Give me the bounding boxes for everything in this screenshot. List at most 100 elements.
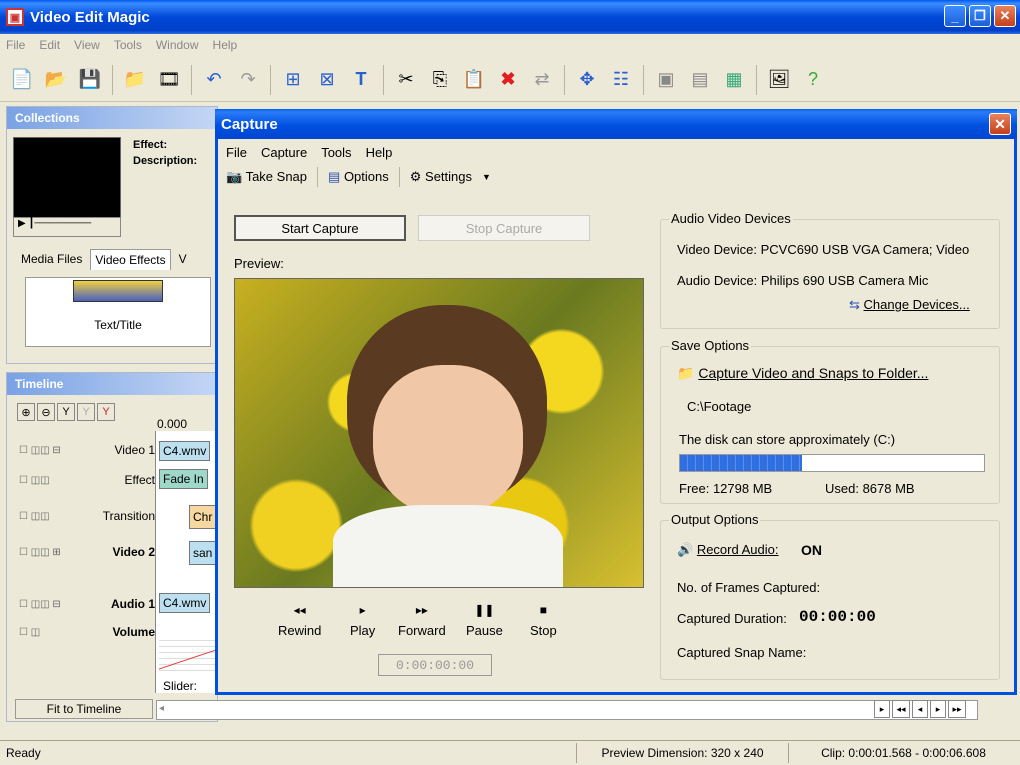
description-label: Description: (133, 155, 198, 167)
effects-list: Text/Title (25, 277, 211, 347)
minimize-button[interactable]: _ (944, 5, 966, 27)
go-end-icon[interactable]: ▸▸ (948, 700, 966, 718)
open-icon[interactable]: 📂 (42, 66, 70, 94)
clip-video-2[interactable]: san (189, 541, 217, 565)
stop-capture-button[interactable]: Stop Capture (418, 215, 590, 241)
track-video-1[interactable]: ☐ ◫◫ ⊟ Video 1 (19, 435, 155, 465)
start-capture-button[interactable]: Start Capture (234, 215, 406, 241)
step-forward-icon[interactable]: ▸ (930, 700, 946, 718)
capture-dialog: Capture ✕ File Capture Tools Help 📷 Take… (215, 109, 1017, 695)
settings-button[interactable]: ⚙ Settings (410, 169, 472, 185)
zoom-out-icon[interactable]: ⊖ (37, 403, 55, 421)
frames-captured-label: No. of Frames Captured: (677, 580, 821, 595)
capture-menubar: File Capture Tools Help (218, 139, 1014, 163)
change-devices-link[interactable]: ⇆ Change Devices... (849, 297, 970, 313)
av-devices-group: Audio Video Devices Video Device: PCVC69… (660, 211, 1000, 329)
disk-free: Free: 12798 MB (679, 481, 773, 496)
output-options-group: Output Options 🔊 Record Audio: ON No. of… (660, 512, 1000, 680)
clip-video-1[interactable]: C4.wmv (159, 441, 211, 461)
tab-video-effects[interactable]: Video Effects (90, 249, 171, 270)
settings-dropdown-icon[interactable]: ▼ (482, 172, 491, 182)
add-transition-icon[interactable]: ⊠ (313, 66, 341, 94)
record-audio-link[interactable]: 🔊 Record Audio: (677, 542, 778, 558)
add-media-icon[interactable]: 📁 (121, 66, 149, 94)
text-title-thumbnail[interactable] (73, 280, 163, 302)
save-icon[interactable]: 💾 (76, 66, 104, 94)
captured-duration-label: Captured Duration: (677, 611, 787, 626)
volume-envelope[interactable] (159, 635, 219, 671)
menu-edit[interactable]: Edit (39, 38, 60, 52)
marker-icon[interactable]: Y (97, 403, 115, 421)
help-icon[interactable]: ? (799, 66, 827, 94)
cut-icon[interactable]: ✂ (392, 66, 420, 94)
options-button[interactable]: ▤ Options (328, 169, 389, 185)
capture-menu-tools[interactable]: Tools (321, 145, 351, 163)
menu-file[interactable]: File (6, 38, 25, 52)
timeline-scrollbar[interactable]: ◂ (156, 700, 978, 720)
add-effect-icon[interactable]: ⊞ (279, 66, 307, 94)
track-lock-icon[interactable]: Y (77, 403, 95, 421)
capture-menu-capture[interactable]: Capture (261, 145, 307, 163)
track-name: Video 2 (112, 545, 155, 559)
copy-icon[interactable]: ⎘ (426, 66, 454, 94)
capture-icon[interactable]: ▦ (720, 66, 748, 94)
capture-titlebar: Capture ✕ (215, 109, 1017, 139)
paste-icon[interactable]: 📋 (460, 66, 488, 94)
forward-button[interactable]: ▸▸ Forward (398, 603, 446, 638)
zoom-in-icon[interactable]: ⊕ (17, 403, 35, 421)
step-back-icon[interactable]: ◂ (912, 700, 928, 718)
menu-window[interactable]: Window (156, 38, 199, 52)
track-audio-1[interactable]: ☐ ◫◫ ⊟ Audio 1 (19, 589, 155, 619)
app-title: Video Edit Magic (30, 8, 150, 26)
split-icon[interactable]: ⇄ (528, 66, 556, 94)
menu-tools[interactable]: Tools (114, 38, 142, 52)
effect-label: Effect: (133, 139, 168, 151)
new-icon[interactable]: 📄 (8, 66, 36, 94)
go-start-icon[interactable]: ◂◂ (892, 700, 910, 718)
preview-play-button[interactable]: ▶ ┃──────── (13, 217, 121, 237)
close-button[interactable]: ✕ (994, 5, 1016, 27)
tree-icon[interactable]: ☷ (607, 66, 635, 94)
menu-view[interactable]: View (74, 38, 100, 52)
stop-button[interactable]: ■ Stop (530, 603, 557, 638)
capture-close-button[interactable]: ✕ (989, 113, 1011, 135)
pause-button[interactable]: ❚❚ Pause (466, 603, 503, 638)
track-filter-icon[interactable]: Y (57, 403, 75, 421)
track-name: Effect (124, 473, 155, 487)
clip-effect[interactable]: Fade In (159, 469, 208, 489)
scroll-right-icon[interactable]: ▸ (874, 700, 890, 718)
video-device: Video Device: PCVC690 USB VGA Camera; Vi… (677, 242, 970, 257)
track-video-2[interactable]: ☐ ◫◫ ⊞ Video 2 (19, 537, 155, 567)
timeline-nav: ▸ ◂◂ ◂ ▸ ▸▸ (874, 700, 966, 718)
filmstrip-icon[interactable]: 🎞 (155, 66, 183, 94)
capture-menu-help[interactable]: Help (366, 145, 393, 163)
clip-audio-1[interactable]: C4.wmv (159, 593, 211, 613)
redo-icon[interactable]: ↷ (234, 66, 262, 94)
clip-transition[interactable]: Chr (189, 505, 217, 529)
undo-icon[interactable]: ↶ (200, 66, 228, 94)
tab-more[interactable]: V (175, 249, 191, 270)
publish-icon[interactable]: 🖼 (765, 66, 793, 94)
capture-folder-link[interactable]: 📁 Capture Video and Snaps to Folder... (677, 365, 928, 382)
stop-icon: ■ (539, 603, 547, 617)
save-options-title: Save Options (669, 338, 752, 353)
capture-menu-file[interactable]: File (226, 145, 247, 163)
preview-icon[interactable]: ▣ (652, 66, 680, 94)
track-effect[interactable]: ☐ ◫◫ Effect (19, 465, 155, 495)
maximize-button[interactable]: ❐ (969, 5, 991, 27)
rewind-button[interactable]: ◂◂ Rewind (278, 603, 321, 638)
track-transition[interactable]: ☐ ◫◫ Transition (19, 501, 155, 531)
play-button[interactable]: ▸ Play (350, 603, 375, 638)
export-icon[interactable]: ▤ (686, 66, 714, 94)
snap-icon[interactable]: ✥ (573, 66, 601, 94)
record-audio-state: ON (801, 542, 822, 558)
add-text-icon[interactable]: T (347, 66, 375, 94)
menu-help[interactable]: Help (213, 38, 238, 52)
delete-icon[interactable]: ✖ (494, 66, 522, 94)
folder-icon: 📁 (677, 365, 695, 381)
take-snap-button[interactable]: 📷 Take Snap (226, 169, 307, 185)
tab-media-files[interactable]: Media Files (17, 249, 86, 270)
fit-to-timeline-button[interactable]: Fit to Timeline (15, 699, 153, 719)
track-volume[interactable]: ☐ ◫ Volume (19, 617, 155, 647)
text-title-label: Text/Title (94, 318, 142, 332)
